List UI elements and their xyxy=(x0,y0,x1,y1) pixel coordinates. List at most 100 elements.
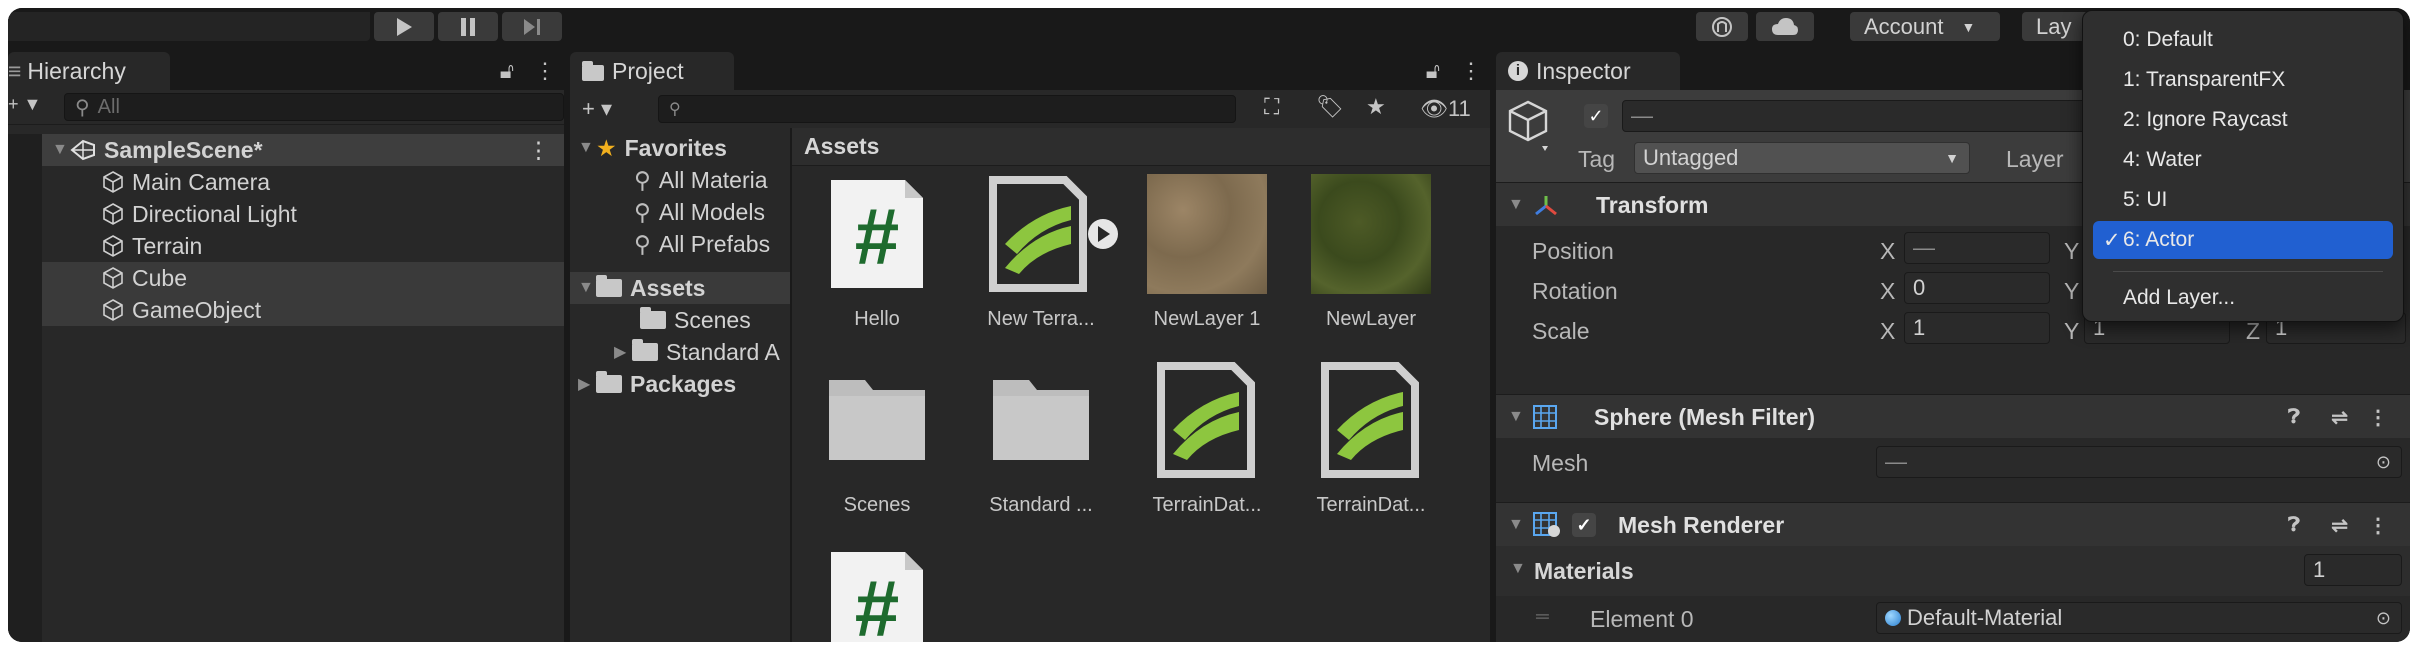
tree-folder-standard[interactable]: ▶ Standard A xyxy=(614,336,780,368)
scene-row[interactable]: ▼ SampleScene* ⋮ xyxy=(42,134,564,166)
position-x-value: — xyxy=(1913,235,1935,260)
preset-sliders-icon[interactable]: ⇌ xyxy=(2331,405,2348,430)
layer-option-ui[interactable]: 5: UI xyxy=(2093,181,2393,219)
scene-name: SampleScene* xyxy=(104,136,263,163)
layer-option-water[interactable]: 4: Water xyxy=(2093,141,2393,179)
hidden-packages-toggle[interactable]: 👁︎11 xyxy=(1420,96,1471,122)
layer-option-label: 2: Ignore Raycast xyxy=(2123,108,2288,131)
folder-icon xyxy=(582,61,604,81)
expand-arrow-icon[interactable]: ▶ xyxy=(614,342,632,362)
asset-name: TerrainDat... xyxy=(1316,494,1426,516)
hierarchy-item-label: GameObject xyxy=(132,296,262,323)
tree-assets[interactable]: ▼ Assets xyxy=(570,272,790,304)
step-button[interactable] xyxy=(502,12,562,41)
cloud-button[interactable] xyxy=(1756,12,1814,41)
collab-button[interactable] xyxy=(1696,12,1748,41)
create-dropdown[interactable]: + ▾ xyxy=(582,96,612,122)
help-icon[interactable]: ❓︎ xyxy=(2288,514,2300,537)
hierarchy-search-input[interactable]: ⚲ All xyxy=(64,93,564,121)
tree-favorites[interactable]: ▼ ★ Favorites xyxy=(578,132,727,164)
asset-item-folder-scenes[interactable]: Scenes xyxy=(802,360,952,517)
asset-item-texture-grass[interactable]: NewLayer xyxy=(1296,174,1446,331)
expand-arrow-icon[interactable]: ▼ xyxy=(1508,196,1526,214)
gameobject-cube-icon xyxy=(103,203,123,225)
layer-option-actor[interactable]: ✓ 6: Actor xyxy=(2093,221,2393,259)
object-picker-icon[interactable]: ⊙ xyxy=(2376,452,2391,473)
expand-arrow-icon[interactable]: ▼ xyxy=(578,139,596,157)
rotation-x-field[interactable]: 0 xyxy=(1904,272,2050,304)
mesh-renderer-header[interactable]: ▼ ✓ Mesh Renderer ❓︎ ⇌ ⋮ xyxy=(1496,502,2410,547)
hierarchy-item-gameobject[interactable]: GameObject xyxy=(42,294,564,326)
account-dropdown[interactable]: Account ▼ xyxy=(1850,12,2000,41)
more-options-icon[interactable]: ⋮ xyxy=(2368,405,2388,430)
mesh-renderer-enabled-checkbox[interactable]: ✓ xyxy=(1572,513,1596,537)
tab-project[interactable]: Project xyxy=(570,52,734,90)
scene-more-icon[interactable]: ⋮ xyxy=(527,137,550,164)
material-object-field[interactable]: Default-Material ⊙ xyxy=(1876,602,2402,634)
hierarchy-item-main-camera[interactable]: Main Camera xyxy=(42,166,564,198)
mesh-filter-header[interactable]: ▼ Sphere (Mesh Filter) ❓︎ ⇌ ⋮ xyxy=(1496,394,2410,439)
tree-favorite-item[interactable]: ⚲ All Models xyxy=(634,196,765,228)
tree-packages-label: Packages xyxy=(630,370,737,397)
hierarchy-panel: ≡ Hierarchy 🔓︎ ⋮ + ▼ ⚲ All ▼ SampleScene… xyxy=(8,52,564,642)
tab-inspector[interactable]: i Inspector xyxy=(1496,52,1680,90)
drag-handle-icon[interactable]: ═ xyxy=(1536,606,1549,627)
tree-folder-scenes[interactable]: Scenes xyxy=(640,304,751,336)
expand-arrow-icon[interactable]: ▼ xyxy=(52,141,70,159)
axis-y-label: Y xyxy=(2064,278,2080,304)
more-options-icon[interactable]: ⋮ xyxy=(2368,513,2388,538)
expand-arrow-icon[interactable]: ▼ xyxy=(1508,408,1526,426)
asset-item-terrain-data-2[interactable]: TerrainDat... xyxy=(1296,360,1446,517)
more-options-icon[interactable]: ⋮ xyxy=(1460,58,1482,84)
tree-favorite-item[interactable]: ⚲ All Prefabs xyxy=(634,228,770,260)
expand-arrow-icon[interactable]: ▼ xyxy=(578,279,596,297)
asset-item-terrain-layer[interactable]: New Terra... xyxy=(966,174,1118,331)
create-dropdown[interactable]: + ▼ xyxy=(8,94,41,115)
tag-dropdown[interactable]: Untagged ▼ xyxy=(1634,142,1970,174)
more-options-icon[interactable]: ⋮ xyxy=(534,58,556,84)
expand-arrow-icon[interactable]: ▼ xyxy=(1510,560,1528,578)
tree-favorite-item[interactable]: ⚲ All Materia xyxy=(634,164,768,196)
asset-name: Scenes xyxy=(843,494,911,516)
hierarchy-item-label: Cube xyxy=(132,264,187,291)
hierarchy-item-terrain[interactable]: Terrain xyxy=(42,230,564,262)
filter-by-label-icon[interactable]: 🏷︎ xyxy=(1316,94,1344,120)
favorites-star-icon[interactable]: ★ xyxy=(1366,94,1386,120)
filter-by-type-icon[interactable]: ⛶ xyxy=(1264,94,1279,120)
play-button[interactable] xyxy=(374,12,434,41)
asset-item-script-2[interactable]: # xyxy=(802,546,952,642)
tree-favorite-label: All Prefabs xyxy=(658,230,771,257)
expand-arrow-icon[interactable]: ▶ xyxy=(578,374,596,394)
preset-sliders-icon[interactable]: ⇌ xyxy=(2331,513,2348,538)
hierarchy-item-cube[interactable]: Cube xyxy=(42,262,564,294)
layer-option-default[interactable]: 0: Default xyxy=(2093,21,2393,59)
mesh-object-field[interactable]: — ⊙ xyxy=(1876,446,2402,478)
mesh-renderer-title: Mesh Renderer xyxy=(1618,511,1785,538)
gameobject-cube-icon xyxy=(1508,100,1548,151)
lock-icon[interactable]: 🔓︎ xyxy=(1426,58,1440,84)
asset-item-folder-standard[interactable]: Standard ... xyxy=(966,360,1116,517)
asset-item-texture-sand[interactable]: NewLayer 1 xyxy=(1132,174,1282,331)
folder-open-icon xyxy=(596,275,622,297)
lock-icon[interactable]: 🔓︎ xyxy=(500,58,514,84)
pause-button[interactable] xyxy=(438,12,498,41)
expand-arrow-icon[interactable]: ▼ xyxy=(1508,516,1526,534)
add-layer-label: Add Layer... xyxy=(2123,286,2236,309)
scale-x-field[interactable]: 1 xyxy=(1904,312,2050,344)
layer-option-transparentfx[interactable]: 1: TransparentFX xyxy=(2093,61,2393,99)
materials-count-field[interactable]: 1 xyxy=(2304,554,2402,586)
position-x-field[interactable]: — xyxy=(1904,232,2050,264)
tab-hierarchy[interactable]: ≡ Hierarchy xyxy=(8,52,170,90)
object-picker-icon[interactable]: ⊙ xyxy=(2376,608,2391,629)
hierarchy-toolbar: + ▼ ⚲ All xyxy=(8,90,564,125)
active-checkbox[interactable]: ✓ xyxy=(1584,104,1608,128)
add-layer-button[interactable]: Add Layer... xyxy=(2093,279,2393,317)
asset-item-script[interactable]: # Hello xyxy=(802,174,952,331)
project-search-input[interactable]: ⚲ xyxy=(658,95,1236,123)
info-icon: i xyxy=(1508,61,1528,81)
hierarchy-item-directional-light[interactable]: Directional Light xyxy=(42,198,564,230)
layer-option-ignore-raycast[interactable]: 2: Ignore Raycast xyxy=(2093,101,2393,139)
help-icon[interactable]: ❓︎ xyxy=(2288,406,2300,429)
asset-item-terrain-data-1[interactable]: TerrainDat... xyxy=(1132,360,1282,517)
tree-packages[interactable]: ▶ Packages xyxy=(578,368,736,400)
